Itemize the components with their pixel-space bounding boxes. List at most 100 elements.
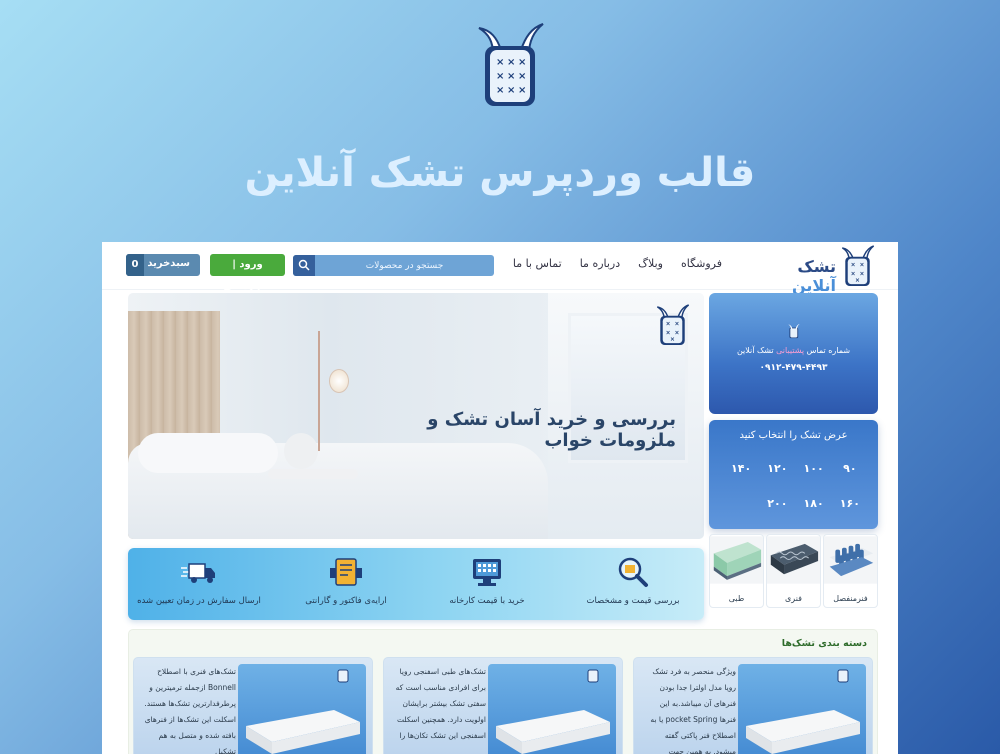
category-label: فنرمنفصل (833, 594, 868, 603)
feature-item: ارایه‌ی فاکتور و گارانتی (281, 556, 411, 606)
width-option[interactable]: ۱۲۰ (759, 462, 795, 475)
support-text-prefix: شماره تماس (806, 346, 851, 355)
category-card-spring[interactable]: فنری (766, 534, 821, 608)
svg-text:×: × (496, 57, 504, 68)
mattress-image (246, 669, 360, 754)
product-card[interactable]: تشک‌های طبی اسفنجی رویا برای افرادی مناس… (383, 657, 623, 754)
width-option[interactable]: ۱۰۰ (796, 462, 832, 475)
section-title: دسته بندی تشک‌ها (781, 638, 867, 649)
feature-label: ارایه‌ی فاکتور و گارانتی (305, 596, 387, 606)
category-card-pocket-spring[interactable]: فنرمنفصل (823, 534, 878, 608)
svg-text:×: × (666, 330, 671, 336)
nav-item-contact[interactable]: تماس با ما (513, 257, 562, 277)
feature-item: خرید با قیمت کارخانه (422, 556, 552, 606)
svg-text:×: × (496, 71, 504, 82)
brand-name[interactable]: تشک آنلاین (754, 257, 836, 295)
svg-text:×: × (518, 85, 526, 96)
width-option[interactable]: ۱۴۰ (723, 462, 759, 475)
slider-logo-icon: × ×× ×× (656, 304, 690, 346)
product-image (238, 664, 366, 754)
slider-pillow (138, 433, 278, 473)
support-text-highlight: پشتیبانی (776, 346, 805, 355)
search-button[interactable] (293, 255, 315, 276)
feature-label: خرید با قیمت کارخانه (449, 596, 525, 606)
support-logo-icon (788, 323, 800, 339)
truck-icon (181, 563, 215, 583)
width-picker-title: عرض تشک را انتخاب کنید (739, 430, 848, 441)
support-phone[interactable]: ۰۹۱۲-۴۷۹-۴۴۹۳ (709, 363, 878, 373)
category-label: فنری (785, 594, 802, 603)
mattress-image (746, 669, 860, 754)
cart-label: سبدخرید (147, 258, 190, 269)
foam-icon (710, 536, 763, 584)
svg-text:×: × (496, 85, 504, 96)
width-option[interactable]: ۱۸۰ (796, 497, 832, 510)
product-image (488, 664, 616, 754)
slider-lamp (318, 331, 320, 451)
hero-slider[interactable]: × × × × × بررسی و خرید آسان تشک و ملزومات خو… (128, 293, 704, 539)
svg-text:×: × (507, 71, 515, 82)
width-option[interactable]: ۱۶۰ (832, 497, 868, 510)
nav-item-shop[interactable]: فروشگاه (681, 257, 722, 277)
slider-table (268, 469, 358, 479)
invoice-icon (330, 558, 362, 586)
brand-name-part1: تشک (797, 257, 836, 276)
svg-text:×: × (507, 85, 515, 96)
search-input[interactable] (317, 255, 492, 276)
svg-text:×: × (507, 57, 515, 68)
product-card[interactable]: ویژگی منحصر به فرد تشک رویا مدل اولترا ج… (633, 657, 873, 754)
category-label: طبی (728, 594, 745, 603)
category-card-foam[interactable]: طبی (709, 534, 764, 608)
svg-text:×: × (859, 271, 864, 277)
width-picker: عرض تشک را انتخاب کنید ۹۰ ۱۰۰ ۱۲۰ ۱۴۰ ۱۶… (709, 420, 878, 529)
product-image (738, 664, 866, 754)
header-logo-icon: × ×× ×× (841, 245, 875, 287)
svg-text:×: × (666, 321, 671, 327)
mattress-categories-section: دسته بندی تشک‌ها ویژگی منحصر به فرد تشک … (128, 629, 878, 754)
feature-item: ارسال سفارش در زمان تعیین شده (134, 556, 264, 606)
spring-icon (767, 536, 820, 584)
site-header: 0 سبدخرید ورود | نام‌نویسی فروشگاه وبلاگ… (102, 242, 898, 295)
feature-item: بررسی قیمت و مشخصات (568, 556, 698, 606)
cart-button[interactable]: 0 سبدخرید (126, 254, 200, 276)
width-options: ۹۰ ۱۰۰ ۱۲۰ ۱۴۰ ۱۶۰ ۱۸۰ ۲۰۰ (723, 462, 868, 510)
width-option[interactable]: ۲۰۰ (759, 497, 795, 510)
nav-item-blog[interactable]: وبلاگ (638, 257, 663, 277)
slider-lamp-bulb (329, 369, 349, 393)
product-card[interactable]: تشک‌های فنری با اصطلاح Bonnell ازجمله تر… (133, 657, 373, 754)
svg-text:×: × (518, 71, 526, 82)
mattress-type-cards: فنرمنفصل فنری طبی (709, 534, 878, 608)
search-box (293, 255, 494, 276)
hero-title: قالب وردپرس تشک آنلاین (244, 150, 756, 196)
svg-text:×: × (518, 57, 526, 68)
support-text-suffix: تشک آنلاین (736, 346, 774, 355)
nav-item-about[interactable]: درباره ما (580, 257, 620, 277)
main-nav: فروشگاه وبلاگ درباره ما تماس با ما (512, 257, 722, 277)
svg-text:×: × (859, 262, 864, 268)
feature-label: ارسال سفارش در زمان تعیین شده (137, 596, 261, 606)
svg-text:×: × (851, 262, 856, 268)
search-icon (298, 259, 310, 271)
website-preview: 0 سبدخرید ورود | نام‌نویسی فروشگاه وبلاگ… (102, 242, 898, 754)
brand-logo-icon: × × × × × × × × × (478, 23, 544, 106)
slider-vase (284, 433, 318, 469)
support-text: شماره تماس پشتیبانی تشک آنلاین (709, 346, 878, 355)
support-card: شماره تماس پشتیبانی تشک آنلاین ۰۹۱۲-۴۷۹-… (709, 293, 878, 414)
mattress-image (496, 669, 610, 754)
product-description: تشک‌های طبی اسفنجی رویا برای افرادی مناس… (395, 667, 486, 740)
svg-text:×: × (674, 321, 679, 327)
svg-text:×: × (855, 278, 860, 284)
slider-headline: بررسی و خرید آسان تشک و ملزومات خواب (427, 409, 676, 451)
width-option[interactable]: ۹۰ (832, 462, 868, 475)
product-description: تشک‌های فنری با اصطلاح Bonnell ازجمله تر… (144, 667, 236, 754)
product-description: ویژگی منحصر به فرد تشک رویا مدل اولترا ج… (650, 667, 736, 754)
feature-label: بررسی قیمت و مشخصات (586, 596, 680, 606)
magnifier-icon (618, 557, 648, 587)
features-bar: بررسی قیمت و مشخصات خرید با قیمت کارخانه… (128, 548, 704, 620)
svg-text:×: × (851, 271, 856, 277)
cart-count-badge: 0 (126, 254, 144, 276)
svg-text:×: × (670, 337, 675, 343)
pocket-spring-icon (824, 536, 877, 584)
login-register-button[interactable]: ورود | نام‌نویسی (210, 254, 285, 292)
factory-icon (473, 559, 501, 586)
